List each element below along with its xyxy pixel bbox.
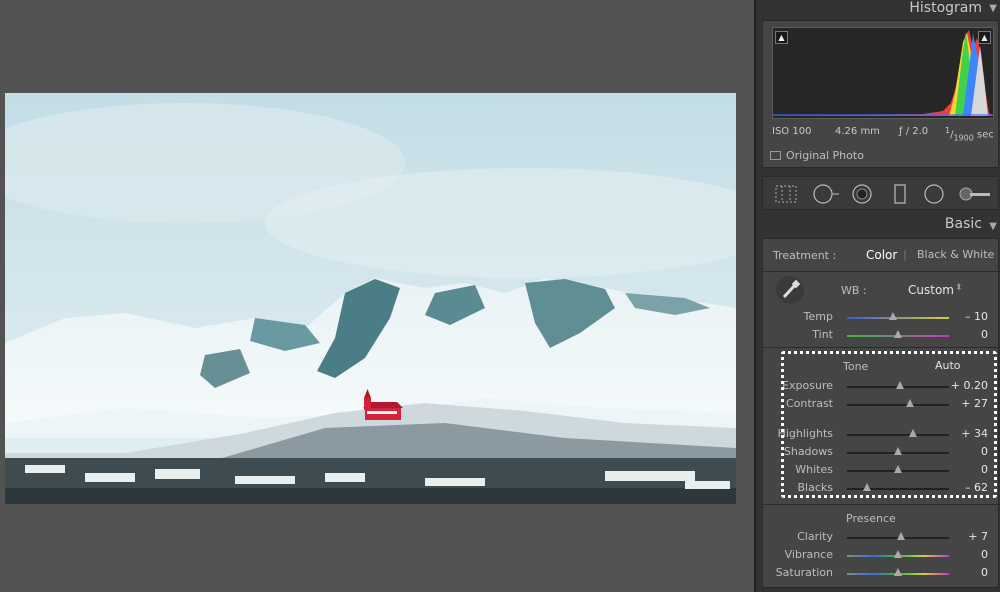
clarity-slider-thumb[interactable] bbox=[897, 532, 906, 540]
collapse-triangle-icon[interactable]: ▼ bbox=[989, 219, 997, 235]
exif-shutter: 1/1900 sec bbox=[945, 126, 994, 143]
vibrance-slider-thumb[interactable] bbox=[894, 550, 902, 558]
crop-overlay-icon[interactable] bbox=[773, 183, 799, 205]
red-eye-icon[interactable] bbox=[849, 183, 875, 205]
exif-focal-length: 4.26 mm bbox=[835, 126, 880, 137]
graduated-filter-icon[interactable] bbox=[887, 183, 913, 205]
wb-dropdown-icon[interactable]: ⬍ bbox=[955, 283, 963, 293]
shutter-unit: sec bbox=[977, 129, 994, 141]
presence-heading: Presence bbox=[846, 512, 896, 525]
develop-module: Histogram ▼ ▲ ▲ ISO 100 4.26 mm ƒ / 2.0 … bbox=[0, 0, 1000, 592]
histogram-graph[interactable]: ▲ ▲ bbox=[772, 27, 994, 119]
exif-aperture: ƒ / 2.0 bbox=[899, 126, 929, 137]
vibrance-value[interactable]: 0 bbox=[981, 548, 988, 561]
treatment-color-option[interactable]: Color bbox=[866, 248, 897, 262]
basic-panel: Treatment : Color | Black & White WB : C… bbox=[762, 238, 1000, 588]
shadow-clipping-icon[interactable]: ▲ bbox=[775, 31, 788, 44]
divider bbox=[763, 504, 1000, 505]
temp-track[interactable] bbox=[847, 317, 949, 319]
treatment-divider: | bbox=[903, 248, 907, 261]
tone-highlight-outline bbox=[781, 351, 997, 498]
histogram-header[interactable]: Histogram ▼ bbox=[756, 0, 1000, 18]
saturation-label: Saturation bbox=[775, 566, 833, 579]
wb-label: WB : bbox=[841, 284, 867, 297]
treatment-bw-option[interactable]: Black & White bbox=[917, 248, 994, 261]
adjustment-brush-icon[interactable] bbox=[957, 183, 993, 205]
highlight-clipping-icon[interactable]: ▲ bbox=[978, 31, 991, 44]
tool-strip bbox=[762, 176, 999, 210]
spot-removal-icon[interactable] bbox=[811, 183, 839, 205]
vibrance-label: Vibrance bbox=[784, 548, 833, 561]
collapse-triangle-icon[interactable]: ▼ bbox=[989, 1, 997, 17]
basic-title: Basic bbox=[944, 216, 982, 232]
wb-preset-select[interactable]: Custom bbox=[908, 283, 954, 297]
eyedropper-icon[interactable] bbox=[775, 275, 805, 305]
shutter-denominator: 1900 bbox=[953, 133, 974, 143]
original-photo-label: Original Photo bbox=[786, 149, 864, 162]
tint-value[interactable]: 0 bbox=[981, 328, 988, 341]
divider bbox=[763, 347, 1000, 348]
temp-label: Temp bbox=[803, 310, 833, 323]
histogram-panel: ▲ ▲ ISO 100 4.26 mm ƒ / 2.0 1/1900 sec O… bbox=[762, 20, 999, 168]
original-photo-checkbox[interactable] bbox=[770, 151, 781, 160]
shutter-numerator: 1 bbox=[945, 126, 951, 135]
temp-slider-thumb[interactable] bbox=[888, 312, 897, 320]
radial-filter-icon[interactable] bbox=[921, 183, 947, 205]
right-panel: Histogram ▼ ▲ ▲ ISO 100 4.26 mm ƒ / 2.0 … bbox=[754, 0, 1000, 592]
tint-label: Tint bbox=[812, 328, 833, 341]
temp-value[interactable]: – 10 bbox=[965, 310, 988, 323]
tint-slider-thumb[interactable] bbox=[894, 330, 902, 338]
histogram-title: Histogram bbox=[909, 0, 982, 16]
clarity-label: Clarity bbox=[797, 530, 833, 543]
photo-preview[interactable] bbox=[5, 93, 736, 504]
saturation-slider-thumb[interactable] bbox=[894, 568, 902, 576]
saturation-value[interactable]: 0 bbox=[981, 566, 988, 579]
treatment-label: Treatment : bbox=[773, 249, 837, 262]
histogram-chart bbox=[773, 30, 993, 116]
exif-iso: ISO 100 bbox=[772, 126, 812, 137]
clarity-value[interactable]: + 7 bbox=[968, 530, 988, 543]
divider bbox=[763, 271, 1000, 272]
original-photo-toggle[interactable]: Original Photo bbox=[770, 149, 864, 162]
basic-header[interactable]: Basic ▼ bbox=[756, 216, 1000, 236]
landscape-image bbox=[5, 93, 736, 504]
